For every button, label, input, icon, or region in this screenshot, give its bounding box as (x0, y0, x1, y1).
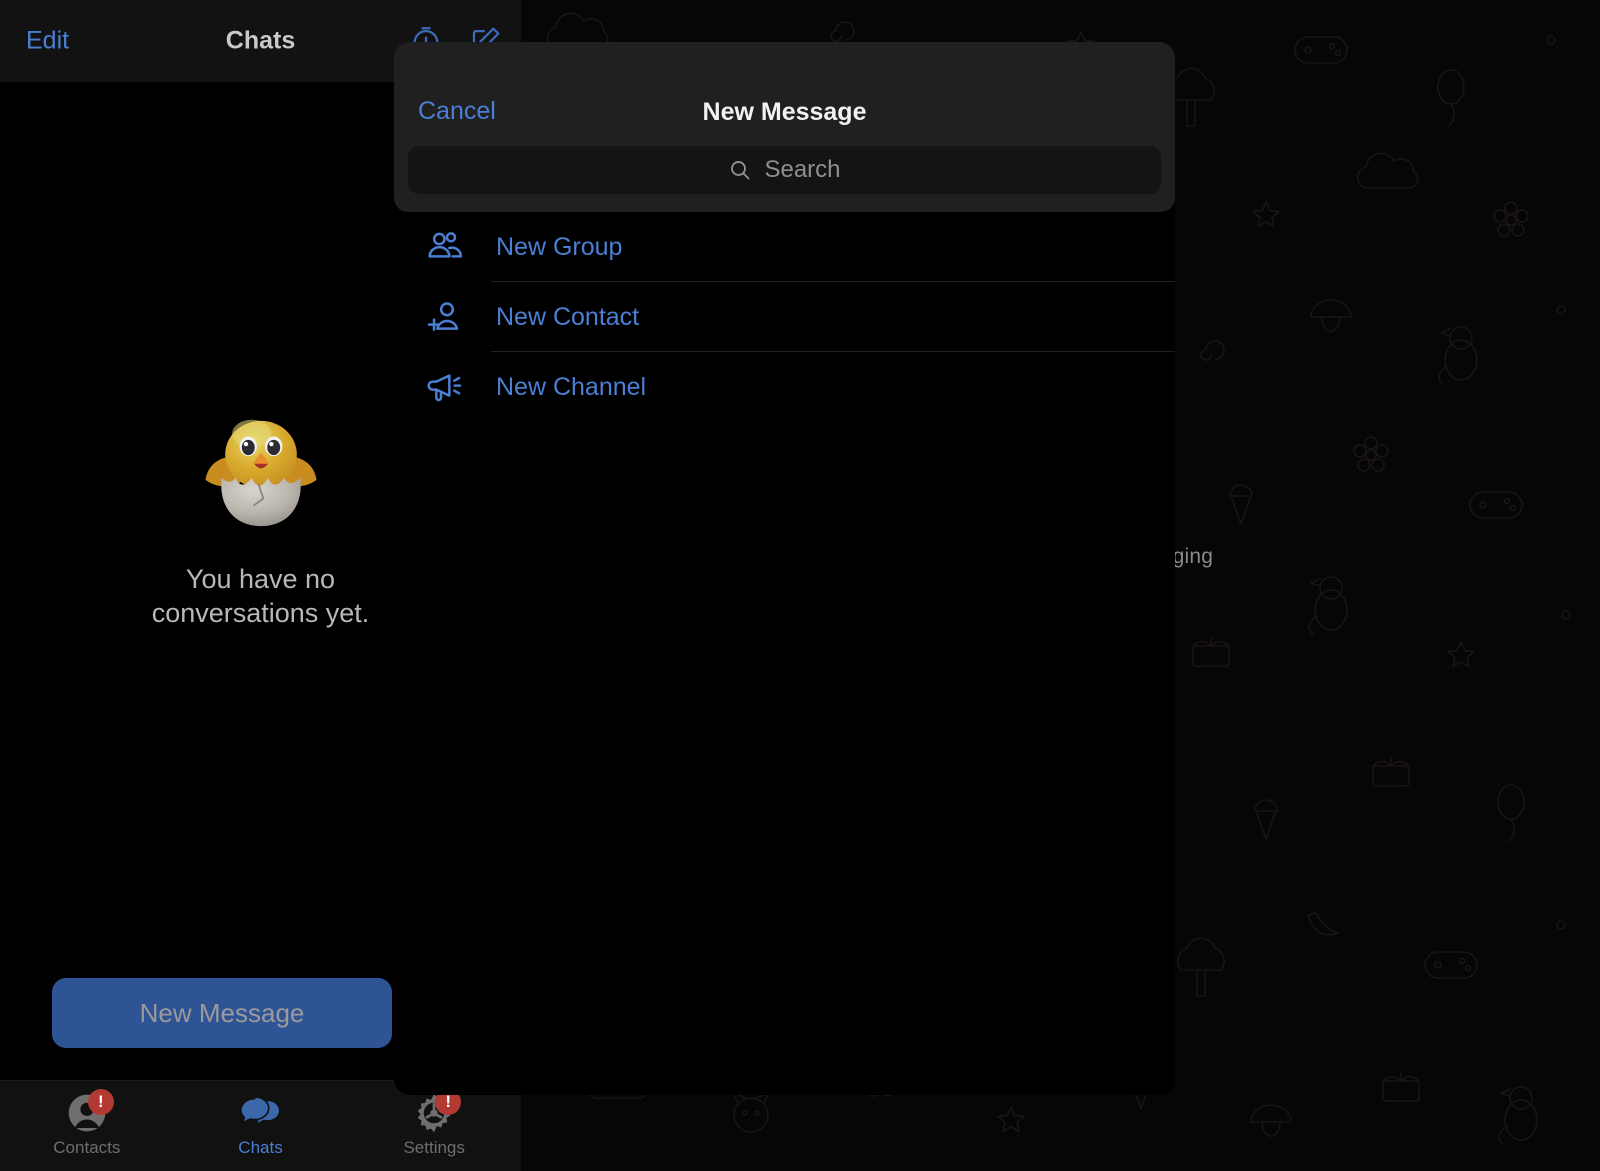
menu-item-new-contact[interactable]: New Contact (394, 282, 1175, 352)
group-icon (419, 227, 471, 267)
search-placeholder: Search (764, 156, 841, 183)
search-icon (731, 161, 750, 180)
tab-chats-label: Chats (238, 1138, 283, 1157)
empty-state-text: You have no conversations yet. (151, 564, 370, 629)
new-message-button[interactable]: New Message (52, 978, 392, 1048)
menu-item-label: New Channel (496, 372, 647, 401)
new-message-menu: New Group New Contact New Channel (394, 212, 1175, 422)
menu-item-new-group[interactable]: New Group (394, 212, 1175, 282)
person-add-icon (419, 297, 471, 337)
search-input[interactable]: Search (408, 146, 1161, 194)
tab-settings-label: Settings (403, 1138, 465, 1157)
chats-icon (239, 1096, 279, 1125)
tab-chats[interactable]: Chats (174, 1081, 348, 1171)
tab-contacts-label: Contacts (53, 1138, 121, 1157)
modal-title: New Message (702, 98, 867, 126)
tab-contacts[interactable]: ! Contacts (0, 1081, 174, 1171)
modal-header: Cancel New Message Search (394, 42, 1175, 212)
app-root: Select a chat to start messaging Edit Ch… (0, 0, 1600, 1171)
menu-item-label: New Group (496, 232, 623, 261)
menu-item-new-channel[interactable]: New Channel (394, 352, 1175, 422)
menu-item-label: New Contact (496, 302, 640, 331)
contacts-badge: ! (87, 1089, 114, 1115)
megaphone-icon (419, 367, 471, 407)
hatching-chick-emoji (205, 419, 316, 527)
new-message-modal: Cancel New Message Search New Group New … (394, 42, 1175, 1095)
